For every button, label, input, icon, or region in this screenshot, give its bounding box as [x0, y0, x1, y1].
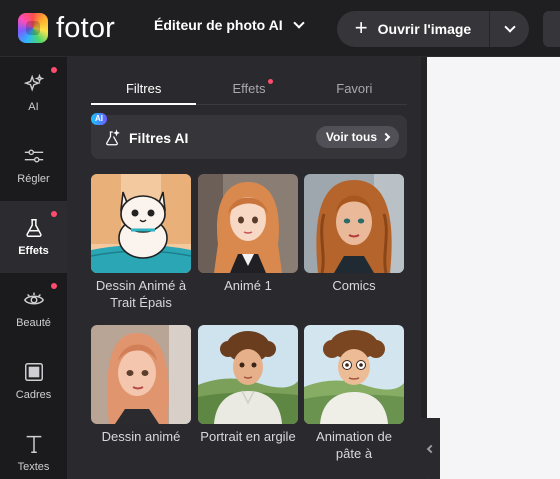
- cartoon-girl-image: [91, 325, 191, 424]
- tab-label: Effets: [232, 81, 266, 96]
- filter-card-label: Comics: [332, 278, 376, 293]
- filter-card-cartoon[interactable]: Dessin animé: [91, 325, 191, 445]
- filter-thumbnail: [198, 174, 298, 273]
- filter-card-clay-animation[interactable]: Animation de pâte à: [304, 325, 404, 462]
- chevron-left-icon: [426, 444, 435, 453]
- fotor-editor: fotor Éditeur de photo AI + Ouvrir l'ima…: [0, 0, 560, 479]
- rail-item-adjust[interactable]: Régler: [0, 129, 67, 201]
- rail-item-label: Beauté: [16, 317, 51, 329]
- filter-thumbnail: [91, 325, 191, 424]
- filter-card-label: Animation de pâte à: [316, 429, 392, 461]
- filter-card-clay-portrait[interactable]: Portrait en argile: [198, 325, 298, 445]
- open-image-group: + Ouvrir l'image: [337, 11, 529, 47]
- rail-item-ai[interactable]: AI: [0, 57, 67, 129]
- tab-effects[interactable]: Effets: [196, 77, 301, 104]
- tool-rail: AI Régler Effets Beauté Cadres Textes: [0, 57, 67, 479]
- chevron-right-icon: [381, 132, 391, 142]
- fotor-logo-icon: [18, 13, 48, 43]
- rail-item-label: AI: [28, 101, 39, 113]
- rail-item-text[interactable]: Textes: [0, 417, 67, 479]
- open-image-button[interactable]: + Ouvrir l'image: [337, 11, 489, 47]
- see-all-button[interactable]: Voir tous: [315, 126, 399, 148]
- plus-icon: +: [354, 15, 368, 40]
- rail-item-label: Effets: [18, 245, 49, 257]
- filter-thumbnail: [304, 325, 404, 424]
- eye-icon: [23, 292, 44, 305]
- filter-thumbnail: [91, 174, 191, 273]
- effects-panel: Filtres Effets Favori AI Filtres AI Voir…: [67, 57, 426, 479]
- ai-flask-icon: [106, 129, 120, 146]
- sliders-icon: [24, 149, 43, 163]
- tab-label: Filtres: [125, 81, 162, 96]
- chevron-down-icon: [503, 21, 516, 33]
- ai-badge: AI: [91, 113, 107, 125]
- see-all-label: Voir tous: [325, 130, 377, 144]
- section-title-label: Filtres AI: [129, 130, 189, 146]
- panel-tabs: Filtres Effets Favori: [91, 77, 407, 105]
- filter-card-anime-1[interactable]: Animé 1: [198, 174, 298, 294]
- rail-item-label: Cadres: [15, 389, 52, 401]
- filter-card-comics[interactable]: Comics: [304, 174, 404, 294]
- filter-thumbnail: [198, 325, 298, 424]
- rail-item-effects[interactable]: Effets: [0, 201, 67, 273]
- rail-item-beauty[interactable]: Beauté: [0, 273, 67, 345]
- rail-item-label: Régler: [17, 173, 50, 185]
- filter-card-label: Portrait en argile: [200, 429, 296, 444]
- logo-text: fotor: [56, 12, 116, 44]
- clay-man-image: [198, 325, 298, 424]
- editor-switch-label: Éditeur de photo AI: [154, 17, 283, 33]
- filter-card-label: Animé 1: [224, 278, 272, 293]
- text-icon: [26, 435, 41, 453]
- comics-woman-image: [304, 174, 404, 273]
- fotor-logo[interactable]: fotor: [18, 13, 115, 43]
- open-image-dropdown-button[interactable]: [489, 11, 529, 47]
- canvas-area[interactable]: [427, 57, 560, 479]
- notification-dot: [51, 283, 57, 289]
- chevron-down-icon: [292, 17, 305, 29]
- notification-dot: [267, 79, 273, 84]
- tab-favorites[interactable]: Favori: [302, 77, 407, 104]
- sparkles-icon: [23, 73, 44, 92]
- editor-switch-dropdown[interactable]: Éditeur de photo AI: [154, 17, 305, 33]
- tab-filters[interactable]: Filtres: [91, 77, 197, 105]
- notification-dot: [51, 67, 57, 73]
- top-bar: fotor Éditeur de photo AI + Ouvrir l'ima…: [0, 0, 560, 57]
- collapse-panel-button[interactable]: [418, 418, 440, 479]
- filter-card-label: Dessin animé: [101, 429, 181, 444]
- notification-dot: [51, 211, 57, 217]
- clay-animation-man-image: [304, 325, 404, 424]
- filter-card-label: Dessin Animé à Trait Épais: [95, 278, 187, 310]
- frame-icon: [24, 363, 43, 381]
- flask-icon: [25, 219, 42, 237]
- tab-label: Favori: [336, 81, 373, 96]
- filter-card-thick-line-cartoon[interactable]: Dessin Animé à Trait Épais: [91, 174, 191, 311]
- rail-item-label: Textes: [17, 461, 50, 473]
- rail-item-frames[interactable]: Cadres: [0, 345, 67, 417]
- cartoon-cat-image: [91, 174, 191, 273]
- anime-girl-image: [198, 174, 298, 273]
- section-title: Filtres AI: [103, 129, 188, 147]
- filter-thumbnail: [304, 174, 404, 273]
- ai-filters-header: AI Filtres AI Voir tous: [91, 113, 407, 159]
- top-bar-overflow-button[interactable]: [543, 11, 560, 47]
- open-image-label: Ouvrir l'image: [377, 21, 472, 37]
